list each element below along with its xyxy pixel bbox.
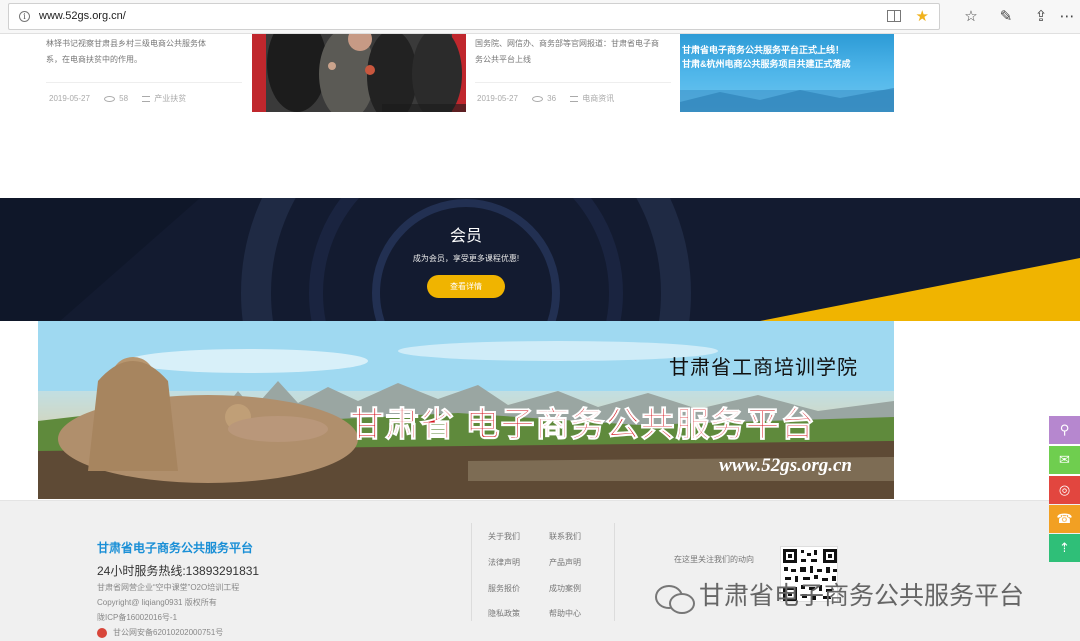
footer-link-pricing[interactable]: 服务报价 [488, 583, 520, 594]
weibo-button[interactable]: ◎ [1049, 476, 1080, 504]
footer-separator [614, 523, 615, 621]
eye-icon [532, 95, 544, 102]
news-item-2-excerpt[interactable]: 国务院、网信办、商务部等官网报道：甘肃省电子商 务公共平台上线 [475, 36, 670, 68]
member-title: 会员 [449, 228, 482, 245]
wechat-button[interactable]: ✉ [1049, 446, 1080, 474]
footer-link-legal[interactable]: 法律声明 [488, 557, 520, 568]
people-photo [252, 34, 466, 112]
excerpt-line: 林铎书记视察甘肃县乡村三级电商公共服务体 [46, 39, 206, 48]
eye-icon [104, 95, 116, 102]
excerpt-line: 国务院、网信办、商务部等官网报道：甘肃省电子商 [475, 39, 659, 48]
footer-link-about[interactable]: 关于我们 [488, 531, 520, 542]
follow-us-text: 在这里关注我们的动向 [674, 555, 754, 564]
footer-link-product-statement[interactable]: 产品声明 [549, 557, 581, 568]
pen-annotate-icon[interactable]: ✎ [997, 8, 1015, 26]
favorites-list-icon[interactable]: ☆ [962, 8, 980, 26]
photo-texture [680, 88, 894, 112]
news-item-1-meta: 2019-05-27 58 产业扶贫 [49, 93, 198, 104]
banner-url: www.52gs.org.cn [719, 455, 852, 476]
member-banner: 会员 成为会员，享受更多课程优惠! 查看详情 [0, 198, 1080, 321]
news-item-2-meta: 2019-05-27 36 电商资讯 [477, 93, 626, 104]
weibo-icon: ◎ [1058, 482, 1071, 497]
qq-button[interactable]: ⚲ [1049, 416, 1080, 444]
wechat-icon: ✉ [1059, 452, 1070, 467]
address-bar[interactable]: i www.52gs.org.cn/ ★ [8, 3, 940, 30]
back-to-top-button[interactable]: ⇡ [1049, 534, 1080, 562]
news-item-1-excerpt[interactable]: 林铎书记视察甘肃县乡村三级电商公共服务体 系，在电商扶贫中的作用。 [46, 36, 241, 68]
news-category[interactable]: 产业扶贫 [142, 94, 186, 103]
news-item-1-photo[interactable] [252, 34, 466, 112]
browser-toolbar: i www.52gs.org.cn/ ★ ☆ ✎ ⇪ ⋯ [0, 0, 1080, 34]
address-url[interactable]: www.52gs.org.cn/ [39, 10, 126, 22]
footer-hotline: 24小时服务热线:13893291831 [97, 564, 260, 578]
watermark-text: 甘肃省电子商务公共服务平台 [699, 582, 1025, 610]
news-date: 2019-05-27 [49, 94, 90, 103]
back-to-top-icon: ⇡ [1059, 540, 1070, 555]
footer-link-cases[interactable]: 成功案例 [549, 583, 581, 594]
wechat-logo-icon [655, 583, 695, 615]
footer-link-help[interactable]: 帮助中心 [549, 608, 581, 619]
divider [46, 82, 242, 83]
phone-button[interactable]: ☎ [1049, 505, 1080, 533]
divider [475, 82, 671, 83]
news-item-2-photo[interactable]: 甘肃省电子商务公共服务平台正式上线！ 甘肃&杭州电商公共服务项目共建正式落成 [680, 34, 894, 112]
footer-icp[interactable]: 陇ICP备16002016号-1 [97, 612, 177, 623]
footer-separator [471, 523, 472, 621]
police-badge-icon [97, 627, 107, 638]
reading-view-icon[interactable] [887, 10, 901, 22]
police-record-text: 甘公网安备62010202000751号 [113, 628, 224, 637]
share-icon[interactable]: ⇪ [1032, 8, 1050, 26]
banner-platform-name: 甘肃省 电子商务公共服务平台 [349, 406, 816, 445]
footer-line: Copyright@ liqiang0931 版权所有 [97, 598, 217, 607]
list-icon [142, 95, 151, 102]
footer-link-privacy[interactable]: 隐私政策 [488, 608, 520, 619]
page: i www.52gs.org.cn/ ★ ☆ ✎ ⇪ ⋯ 林铎书记视察甘肃县乡村… [0, 0, 1080, 641]
wechat-watermark: 甘肃省电子商务公共服务平台 [655, 576, 1025, 615]
footer: 甘肃省电子商务公共服务平台 24小时服务热线:13893291831 甘肃省网营… [0, 500, 1080, 641]
footer-police-record[interactable]: 甘公网安备62010202000751号 [97, 627, 223, 638]
excerpt-line: 务公共平台上线 [475, 55, 531, 64]
photo-caption-2: 甘肃&杭州电商公共服务项目共建正式落成 [682, 59, 851, 69]
news-category[interactable]: 电商资讯 [570, 94, 614, 103]
banner-academy-name: 甘肃省工商培训学院 [669, 357, 858, 379]
footer-line: 甘肃省网营企业“空中课堂”O2O培训工程 [97, 583, 240, 592]
qq-icon: ⚲ [1059, 422, 1070, 437]
favorite-star-icon[interactable]: ★ [916, 7, 929, 25]
member-subtitle: 成为会员，享受更多课程优惠! [412, 254, 520, 263]
view-details-button[interactable]: 查看详情 [427, 275, 505, 298]
excerpt-line: 系，在电商扶贫中的作用。 [46, 55, 142, 64]
list-icon [570, 95, 579, 102]
more-icon[interactable]: ⋯ [1058, 8, 1076, 26]
news-date: 2019-05-27 [477, 94, 518, 103]
phone-icon: ☎ [1056, 511, 1073, 526]
footer-link-contact[interactable]: 联系我们 [549, 531, 581, 542]
footer-brand[interactable]: 甘肃省电子商务公共服务平台 [97, 539, 253, 556]
news-views: 58 [104, 94, 128, 103]
photo-caption-1: 甘肃省电子商务公共服务平台正式上线！ [682, 45, 845, 55]
platform-banner[interactable]: 甘肃省工商培训学院 甘肃省 电子商务公共服务平台 www.52gs.org.cn [38, 321, 894, 499]
info-icon[interactable]: i [19, 11, 30, 22]
news-views: 36 [532, 94, 556, 103]
